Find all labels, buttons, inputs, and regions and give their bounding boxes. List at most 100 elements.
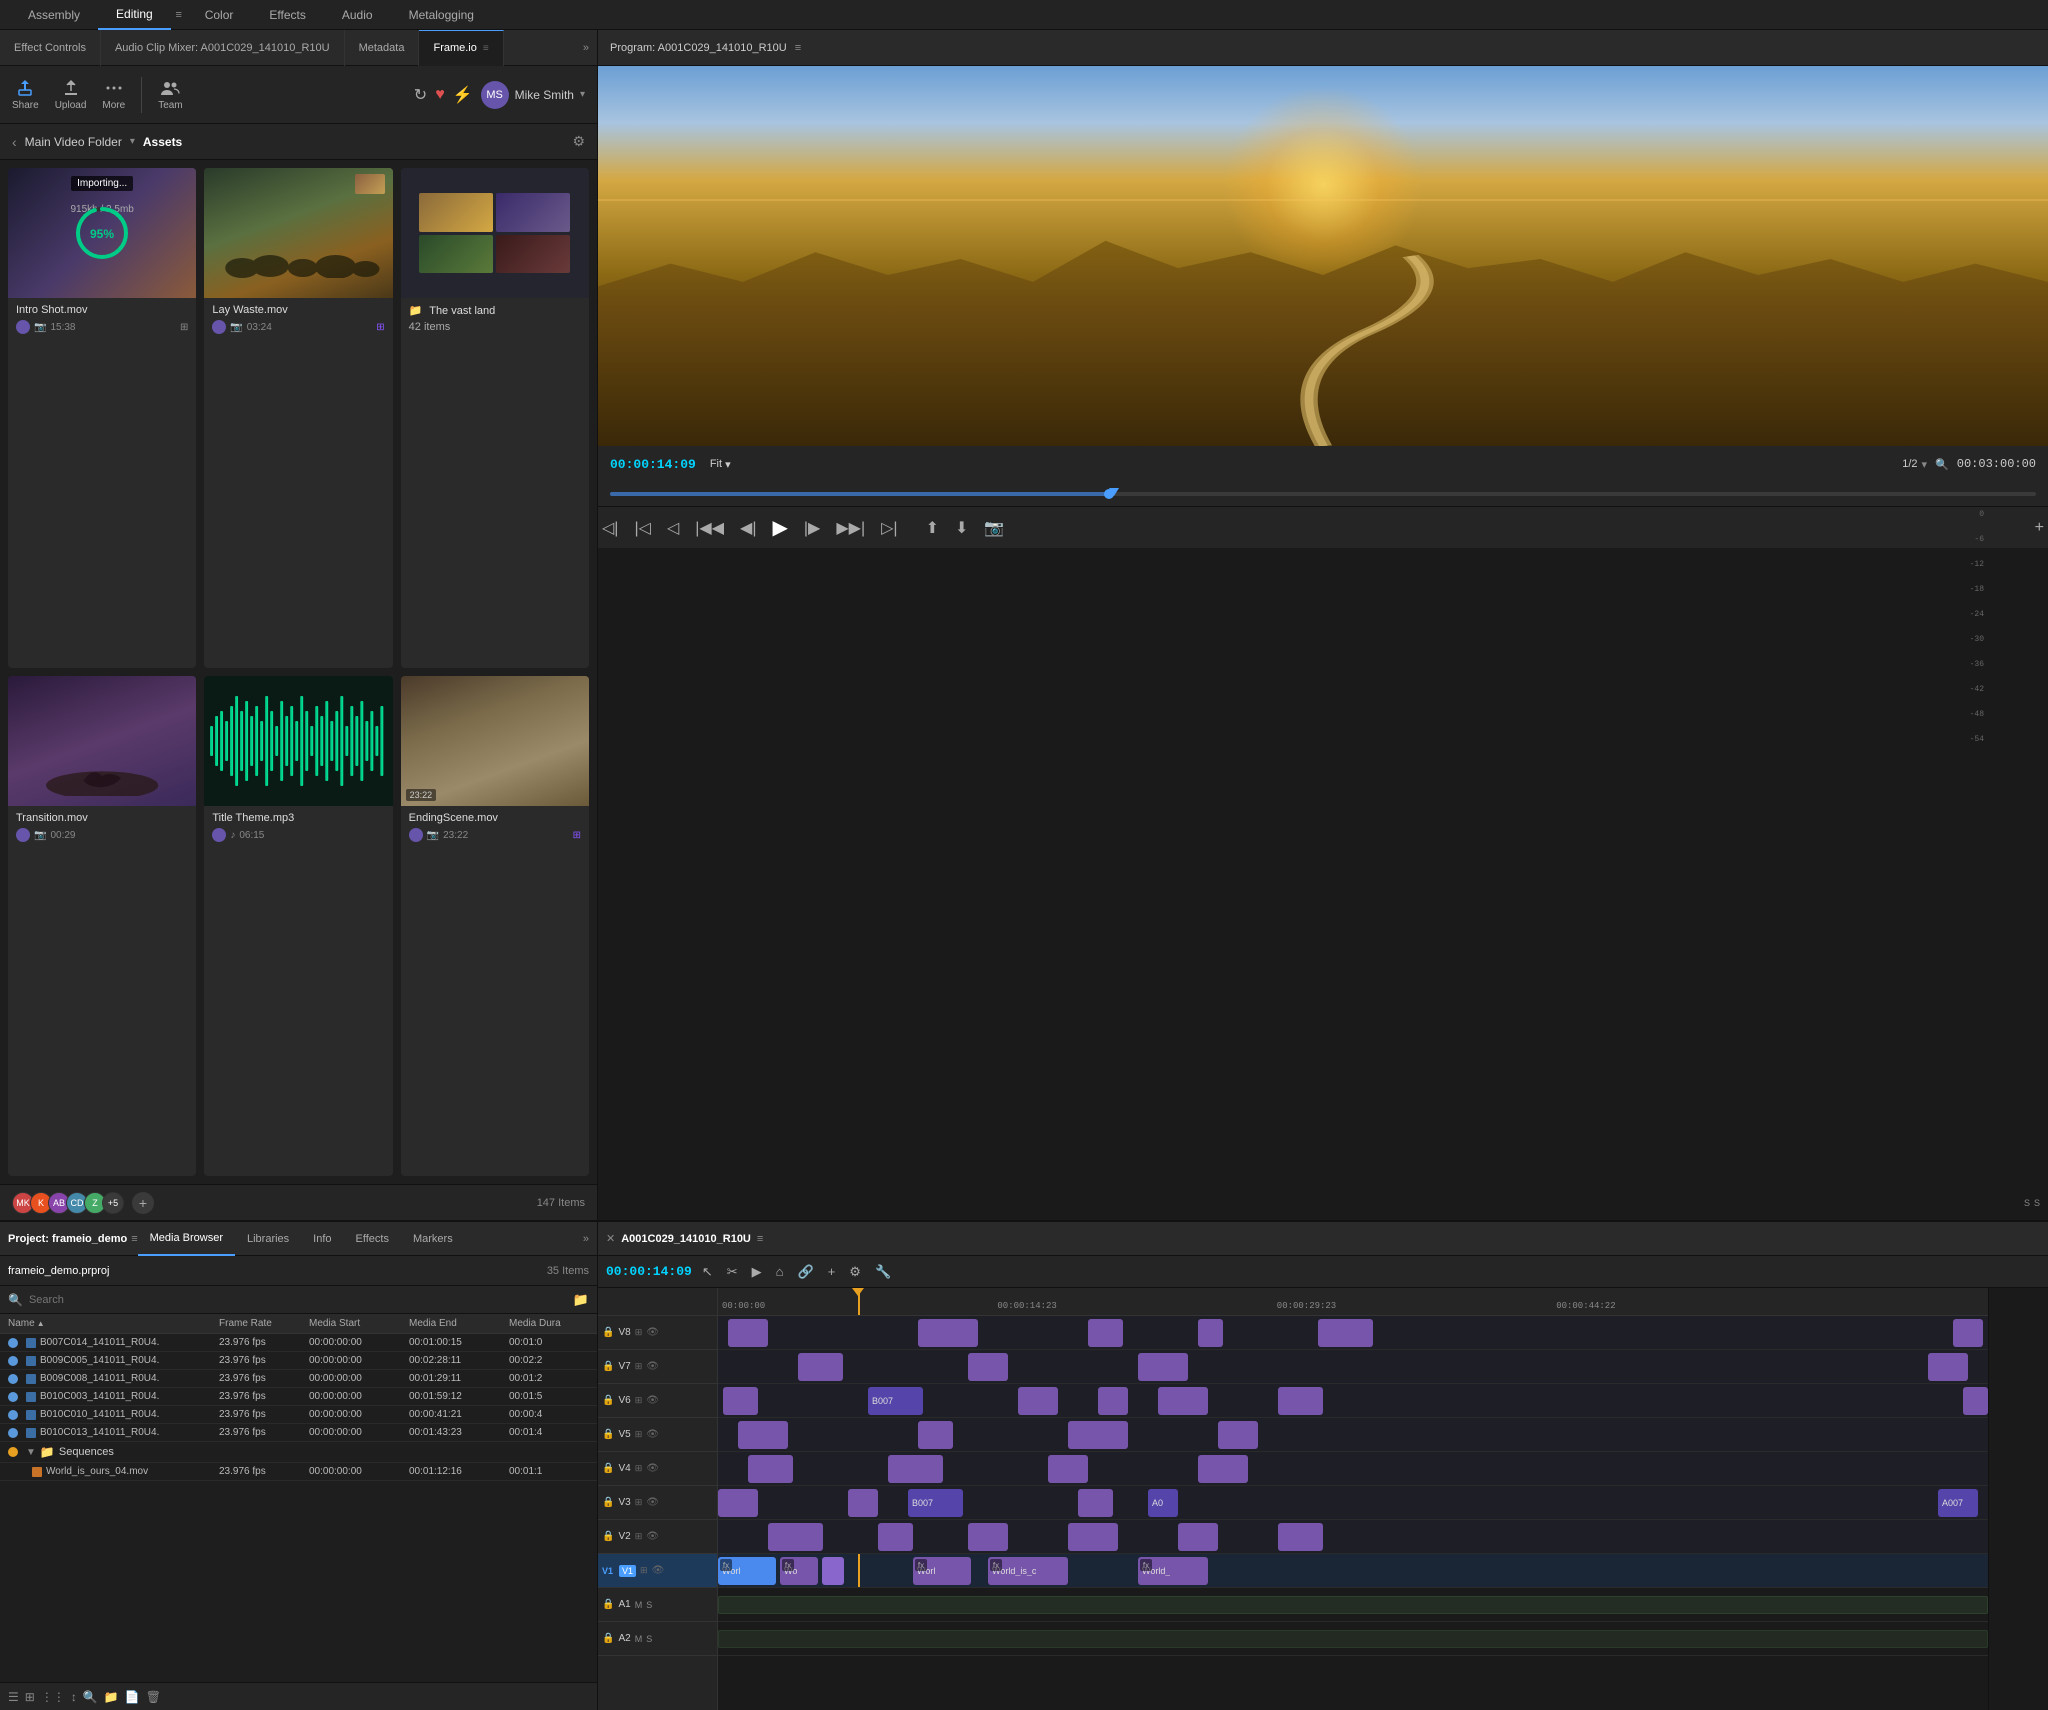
clip-world-last[interactable]: fx World_ xyxy=(1138,1557,1208,1585)
freeform-view-button[interactable]: ⋮⋮ xyxy=(41,1690,65,1704)
table-row[interactable]: B009C008_141011_R0U4. 23.976 fps 00:00:0… xyxy=(0,1370,597,1388)
nav-metalogging[interactable]: Metalogging xyxy=(391,0,492,30)
clip[interactable] xyxy=(1318,1319,1373,1347)
clip[interactable] xyxy=(878,1523,913,1551)
v3-sync-icon[interactable]: ⊞ xyxy=(635,1497,643,1508)
clip[interactable] xyxy=(798,1353,843,1381)
v1-eye-icon[interactable]: 👁 xyxy=(652,1565,665,1576)
clip[interactable] xyxy=(748,1455,793,1483)
clip[interactable] xyxy=(728,1319,768,1347)
clip-small[interactable] xyxy=(822,1557,844,1585)
timeline-content-area[interactable]: 00:00:00 00:00:14:23 00:00:29:23 00:00:4… xyxy=(718,1288,1988,1710)
table-row[interactable]: B010C003_141011_R0U4. 23.976 fps 00:00:0… xyxy=(0,1388,597,1406)
clip-b007-v3[interactable]: B007 xyxy=(908,1489,963,1517)
col-media-start[interactable]: Media Start xyxy=(309,1318,409,1329)
clip[interactable] xyxy=(968,1523,1008,1551)
sequences-folder-row[interactable]: ▼ 📁 Sequences xyxy=(0,1442,597,1463)
clip[interactable] xyxy=(918,1319,978,1347)
page-dropdown-icon[interactable]: ▾ xyxy=(1922,458,1928,471)
mark-in-button[interactable]: ◁| xyxy=(598,514,622,542)
user-menu[interactable]: MS Mike Smith ▾ xyxy=(481,81,585,109)
clip[interactable] xyxy=(1198,1455,1248,1483)
v6-sync-icon[interactable]: ⊞ xyxy=(635,1395,643,1406)
upload-button[interactable]: Upload xyxy=(55,78,87,111)
delete-button[interactable]: 🗑 xyxy=(146,1690,161,1704)
clip[interactable] xyxy=(1218,1421,1258,1449)
tab-metadata[interactable]: Metadata xyxy=(345,30,420,66)
timeline-add-tracks[interactable]: + xyxy=(824,1262,840,1281)
v6-lock-icon[interactable]: 🔒 xyxy=(602,1395,614,1406)
v7-lock-icon[interactable]: 🔒 xyxy=(602,1361,614,1372)
skip-to-start-button[interactable]: |◀◀ xyxy=(691,514,728,542)
v2-eye-icon[interactable]: 👁 xyxy=(646,1531,659,1542)
nav-color[interactable]: Color xyxy=(187,0,252,30)
a1-lock-icon[interactable]: 🔒 xyxy=(602,1599,614,1610)
add-collaborator-button[interactable]: + xyxy=(132,1192,154,1214)
v7-sync-icon[interactable]: ⊞ xyxy=(635,1361,643,1372)
tab-info[interactable]: Info xyxy=(301,1222,343,1256)
media-item-lay-waste[interactable]: Lay Waste.mov 📷 03:24 ⊞ xyxy=(204,168,392,668)
clip[interactable] xyxy=(1953,1319,1983,1347)
clip[interactable] xyxy=(1158,1387,1208,1415)
clip-a007[interactable]: A007 xyxy=(1938,1489,1978,1517)
nav-effects[interactable]: Effects xyxy=(251,0,323,30)
find-button[interactable]: 🔍 xyxy=(83,1690,98,1704)
a2-lock-icon[interactable]: 🔒 xyxy=(602,1633,614,1644)
program-menu-icon[interactable]: ≡ xyxy=(795,42,801,54)
extract-button[interactable]: ⬇ xyxy=(951,514,972,542)
project-search-input[interactable] xyxy=(29,1294,567,1306)
tab-expand-button[interactable]: » xyxy=(575,42,597,54)
clip-world-is[interactable]: fx World_is_c xyxy=(988,1557,1068,1585)
automate-button[interactable]: ↕ xyxy=(71,1690,77,1704)
v4-lock-icon[interactable]: 🔒 xyxy=(602,1463,614,1474)
v8-eye-icon[interactable]: 👁 xyxy=(646,1327,659,1338)
clip-world-1[interactable]: fx Worl xyxy=(718,1557,776,1585)
step-back-button[interactable]: ◁ xyxy=(663,514,683,542)
media-item-title-theme[interactable]: Title Theme.mp3 ♪ 06:15 xyxy=(204,676,392,1176)
v2-lock-icon[interactable]: 🔒 xyxy=(602,1531,614,1542)
frameio-tab-close[interactable]: ≡ xyxy=(483,43,489,54)
step-fwd-frame-button[interactable]: |▶ xyxy=(800,514,824,542)
v5-eye-icon[interactable]: 👁 xyxy=(646,1429,659,1440)
audio-clip-a2[interactable] xyxy=(718,1630,1988,1648)
clip[interactable] xyxy=(718,1489,758,1517)
clip[interactable] xyxy=(1088,1319,1123,1347)
clip[interactable] xyxy=(1068,1523,1118,1551)
table-row[interactable]: B010C010_141011_R0U4. 23.976 fps 00:00:0… xyxy=(0,1406,597,1424)
refresh-button[interactable]: ↻ xyxy=(414,85,427,105)
clip[interactable] xyxy=(888,1455,943,1483)
clip[interactable] xyxy=(1278,1387,1323,1415)
clip[interactable] xyxy=(968,1353,1008,1381)
tab-audio-clip-mixer[interactable]: Audio Clip Mixer: A001C029_141010_R10U xyxy=(101,30,345,66)
clip[interactable] xyxy=(1178,1523,1218,1551)
editing-menu-icon[interactable]: ≡ xyxy=(171,7,187,23)
v8-sync-icon[interactable]: ⊞ xyxy=(635,1327,643,1338)
v4-eye-icon[interactable]: 👁 xyxy=(646,1463,659,1474)
timeline-snap-button[interactable]: ⌂ xyxy=(772,1262,788,1281)
tab-markers[interactable]: Markers xyxy=(401,1222,465,1256)
clip[interactable] xyxy=(918,1421,953,1449)
timeline-menu-icon[interactable]: ≡ xyxy=(757,1233,763,1245)
clip[interactable] xyxy=(768,1523,823,1551)
tab-effects[interactable]: Effects xyxy=(344,1222,401,1256)
team-button[interactable]: Team xyxy=(158,78,182,111)
nav-editing[interactable]: Editing xyxy=(98,0,171,30)
tab-frameio[interactable]: Frame.io ≡ xyxy=(419,30,503,66)
clip[interactable] xyxy=(738,1421,788,1449)
timeline-settings[interactable]: ⚙ xyxy=(845,1262,865,1282)
media-item-transition[interactable]: Transition.mov 📷 00:29 xyxy=(8,676,196,1176)
timeline-selection-tool[interactable]: ↖ xyxy=(698,1262,717,1282)
tab-libraries[interactable]: Libraries xyxy=(235,1222,301,1256)
scrubber-track[interactable] xyxy=(610,492,2036,496)
col-name[interactable]: Name ▲ xyxy=(8,1318,219,1329)
export-frame-button[interactable]: 📷 xyxy=(980,514,1008,542)
clip[interactable] xyxy=(1278,1523,1323,1551)
v3-eye-icon[interactable]: 👁 xyxy=(646,1497,659,1508)
add-button[interactable]: + xyxy=(2031,515,2048,541)
bolt-button[interactable]: ⚡ xyxy=(453,85,473,105)
audio-clip-a1[interactable] xyxy=(718,1596,1988,1614)
v1-sync-icon[interactable]: ⊞ xyxy=(640,1565,648,1576)
timeline-close-button[interactable]: ✕ xyxy=(606,1232,615,1245)
clip[interactable] xyxy=(1018,1387,1058,1415)
timeline-track-select[interactable]: ▶ xyxy=(748,1262,766,1282)
